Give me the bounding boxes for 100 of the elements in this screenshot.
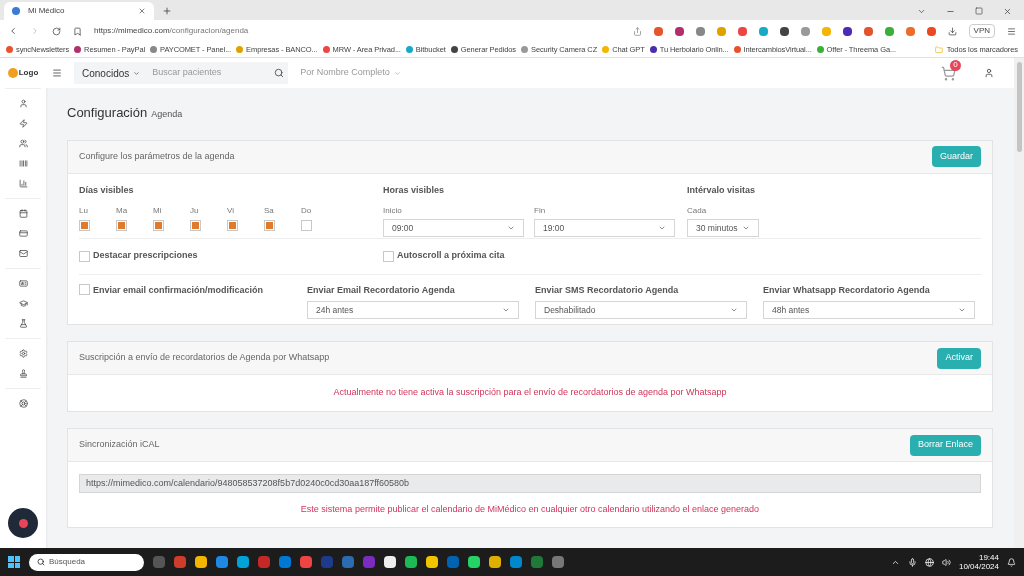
nav-icon[interactable] <box>18 139 28 148</box>
volume-icon[interactable] <box>941 557 951 567</box>
checkbox[interactable] <box>116 220 127 231</box>
extension-icon[interactable] <box>674 26 684 36</box>
logo: Logo <box>7 58 39 88</box>
chevron-down-icon <box>658 224 666 232</box>
nav-icon[interactable] <box>18 119 28 128</box>
app-icon[interactable] <box>489 556 501 568</box>
chevron-down-icon <box>742 224 750 232</box>
favicon-icon <box>733 46 741 53</box>
reminder-select[interactable]: 48h antes <box>763 301 975 319</box>
favicon-icon <box>450 46 458 53</box>
notification-icon[interactable] <box>1007 557 1016 567</box>
user-icon[interactable] <box>984 68 994 78</box>
day-label: Vi <box>227 205 235 217</box>
favicon-icon <box>521 46 528 53</box>
extension-icon[interactable] <box>842 26 852 36</box>
search-input[interactable]: Buscar pacientes <box>152 66 263 80</box>
browser-tab[interactable]: Mi Médico <box>4 2 154 20</box>
menu-icon[interactable] <box>52 68 62 78</box>
checkbox[interactable] <box>383 250 394 262</box>
field-label: Días visibles <box>79 183 135 197</box>
clock-date: 10/04/2024 <box>958 562 999 571</box>
restore-icon[interactable] <box>975 7 983 15</box>
favicon-icon <box>405 46 413 53</box>
checkbox-label: Autoscroll a próxima cita <box>397 249 505 263</box>
nav-icon[interactable] <box>18 299 28 308</box>
taskbar-search[interactable]: Búsqueda <box>29 553 144 571</box>
bookmark-icon[interactable] <box>73 26 82 36</box>
microphone-icon[interactable] <box>907 557 917 567</box>
menu-icon[interactable] <box>1007 26 1016 36</box>
app-icon[interactable] <box>195 556 207 568</box>
chevron-down-icon <box>507 224 515 232</box>
vpn-button[interactable]: VPN <box>968 24 995 38</box>
nav-icon[interactable] <box>18 279 28 288</box>
folder-icon <box>934 45 943 54</box>
app-icon[interactable] <box>405 556 417 568</box>
scrollbar-thumb[interactable] <box>1016 62 1022 152</box>
app-icon[interactable] <box>426 556 438 568</box>
new-tab-icon[interactable] <box>162 6 172 16</box>
back-icon[interactable] <box>8 26 18 36</box>
interval-select[interactable]: 30 minutos <box>687 219 759 237</box>
checkbox[interactable] <box>79 283 90 295</box>
close-icon[interactable] <box>138 7 146 15</box>
nav-icon[interactable] <box>18 349 28 358</box>
link-field[interactable]: https://mimedico.com/calendario/948058537208f5b7d0240c0cd30aa187ff60580b <box>79 474 981 493</box>
app-icon[interactable] <box>384 556 396 568</box>
checkbox[interactable] <box>227 220 238 231</box>
start-icon[interactable] <box>8 556 20 568</box>
checkbox[interactable] <box>190 220 201 231</box>
notice-text: Actualmente no tiene activa la suscripción para el envío de recordatorios de agenda por Whatsapp <box>332 386 728 400</box>
nav-icon[interactable] <box>18 209 28 218</box>
extension-icon[interactable] <box>779 26 789 36</box>
favicon-icon <box>816 46 824 53</box>
chevron-down-icon <box>958 306 966 314</box>
share-icon[interactable] <box>632 26 642 36</box>
cart-badge: 0 <box>950 59 961 71</box>
checkbox[interactable] <box>79 250 90 262</box>
reminder-select[interactable]: Deshabilitado <box>535 301 747 319</box>
nav-icon[interactable] <box>18 399 28 408</box>
checkbox[interactable] <box>79 220 90 231</box>
favicon-icon <box>74 46 82 53</box>
reminder-select[interactable]: 24h antes <box>307 301 519 319</box>
search-input[interactable]: Búsqueda <box>49 556 134 568</box>
nav-icon[interactable] <box>18 229 28 238</box>
close-icon[interactable] <box>1003 7 1012 16</box>
caret-icon <box>133 69 141 77</box>
day-label: Ma <box>116 205 129 217</box>
nav-icon[interactable] <box>18 179 28 188</box>
filter-dropdown[interactable]: Conocidos <box>74 62 149 84</box>
favicon-icon <box>322 46 330 53</box>
favicon-icon <box>12 7 20 15</box>
search-field[interactable]: Buscar pacientes <box>148 62 289 84</box>
clock-time: 19:44 <box>978 553 999 562</box>
checkbox[interactable] <box>301 220 312 231</box>
record-button[interactable] <box>8 508 38 538</box>
end-time-select[interactable]: 19:00 <box>534 219 675 237</box>
field-label: Enviar SMS Recordatorio Agenda <box>535 283 680 297</box>
checkbox[interactable] <box>264 220 275 231</box>
nav-icon[interactable] <box>18 249 28 258</box>
network-icon[interactable] <box>924 557 934 567</box>
chevron-down-icon <box>730 306 738 314</box>
address-bar[interactable]: https://mimedico.com/configuracion/agenda <box>94 23 621 39</box>
start-time-select[interactable]: 09:00 <box>383 219 524 237</box>
reload-icon[interactable] <box>52 26 61 36</box>
app-icon[interactable] <box>468 556 480 568</box>
day-label: Mi <box>153 205 163 217</box>
chevron-down-icon[interactable] <box>917 7 926 16</box>
card-heading: Suscripción a envío de recordatorios de Agenda por Whatsapp <box>79 351 330 365</box>
search-icon[interactable] <box>274 68 285 78</box>
download-icon[interactable] <box>947 26 957 36</box>
nav-icon[interactable] <box>18 99 28 108</box>
cart-icon[interactable] <box>941 65 956 81</box>
nav-icon[interactable] <box>18 159 28 168</box>
favicon-icon <box>602 46 610 53</box>
nav-icon[interactable] <box>18 319 28 328</box>
checkbox[interactable] <box>153 220 164 231</box>
nav-icon[interactable] <box>18 369 28 378</box>
field-caption: Fin <box>534 205 547 217</box>
app-icon[interactable] <box>237 556 249 568</box>
